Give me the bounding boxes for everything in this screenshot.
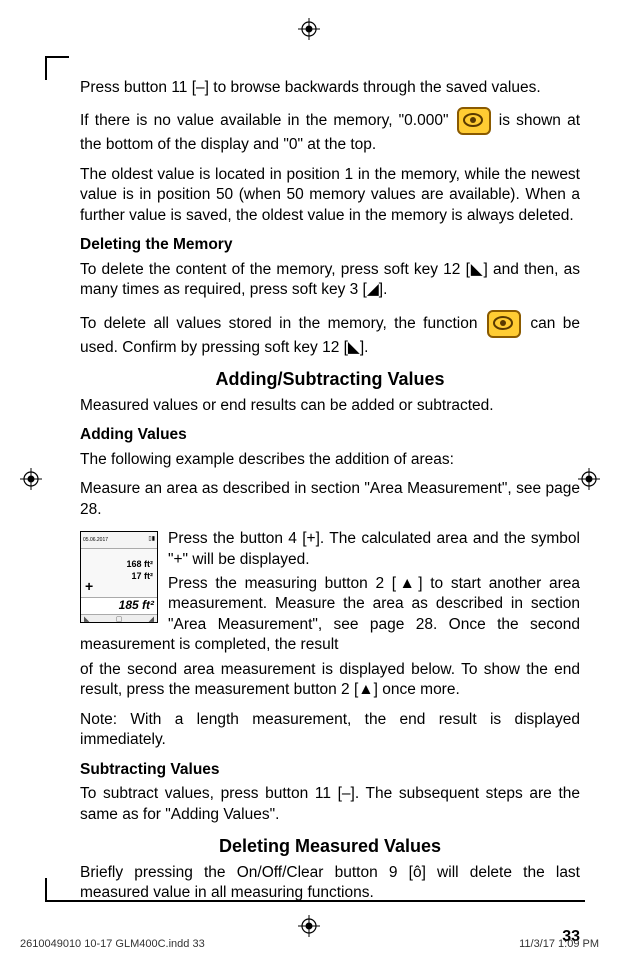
- footer-filename: 2610049010 10-17 GLM400C.indd 33: [20, 938, 205, 950]
- crop-mark: [45, 878, 47, 902]
- battery-icon: ▯▮: [148, 536, 155, 544]
- body-text: To subtract values, press button 11 [–].…: [80, 784, 580, 825]
- footer-timestamp: 11/3/17 1:09 PM: [519, 938, 599, 950]
- registration-mark-icon: [20, 468, 42, 490]
- heading-adding-subtracting: Adding/Subtracting Values: [80, 368, 580, 392]
- crop-mark: [45, 56, 69, 58]
- body-text: If there is no value available in the me…: [80, 107, 580, 155]
- device-screen-illustration: 05.06.2017 ▯▮ + 168 ft² 17 ft² 185 ft² ◣…: [80, 531, 160, 623]
- registration-mark-icon: [298, 18, 320, 40]
- body-text: The following example describes the addi…: [80, 450, 580, 470]
- text-fragment: To delete all values stored in the memor…: [80, 315, 477, 332]
- screen-plus-symbol: +: [85, 577, 93, 595]
- heading-deleting-measured: Deleting Measured Values: [80, 835, 580, 859]
- body-text: Briefly pressing the On/Off/Clear button…: [80, 863, 580, 904]
- note-icon: [457, 107, 491, 135]
- subheading-subtracting-values: Subtracting Values: [80, 760, 580, 780]
- screen-date: 05.06.2017: [83, 537, 108, 544]
- screen-value-1: 168 ft²: [126, 559, 153, 571]
- body-text: The oldest value is located in position …: [80, 165, 580, 226]
- print-footer: 2610049010 10-17 GLM400C.indd 33 11/3/17…: [0, 938, 619, 950]
- crop-mark: [45, 56, 47, 80]
- screen-softkey-icon: ◢: [149, 615, 154, 624]
- note-icon: [487, 310, 521, 338]
- subheading-deleting-memory: Deleting the Memory: [80, 235, 580, 255]
- text-fragment: If there is no value available in the me…: [80, 113, 448, 130]
- body-text: Measure an area as described in section …: [80, 479, 580, 520]
- body-text: To delete all values stored in the memor…: [80, 310, 580, 358]
- body-text: of the second area measurement is displa…: [80, 660, 580, 701]
- screen-value-2: 17 ft²: [131, 571, 153, 583]
- body-text: To delete the content of the memory, pre…: [80, 260, 580, 301]
- body-text: Note: With a length measurement, the end…: [80, 710, 580, 751]
- page-content: Press button 11 [–] to browse backwards …: [80, 78, 580, 947]
- screen-result: 185 ft²: [119, 598, 154, 614]
- registration-mark-icon: [578, 468, 600, 490]
- screen-mode-icon: ▢: [116, 615, 123, 624]
- screen-softkey-icon: ◣: [84, 615, 89, 624]
- body-text: Press button 11 [–] to browse backwards …: [80, 78, 580, 98]
- subheading-adding-values: Adding Values: [80, 425, 580, 445]
- body-text: Measured values or end results can be ad…: [80, 396, 580, 416]
